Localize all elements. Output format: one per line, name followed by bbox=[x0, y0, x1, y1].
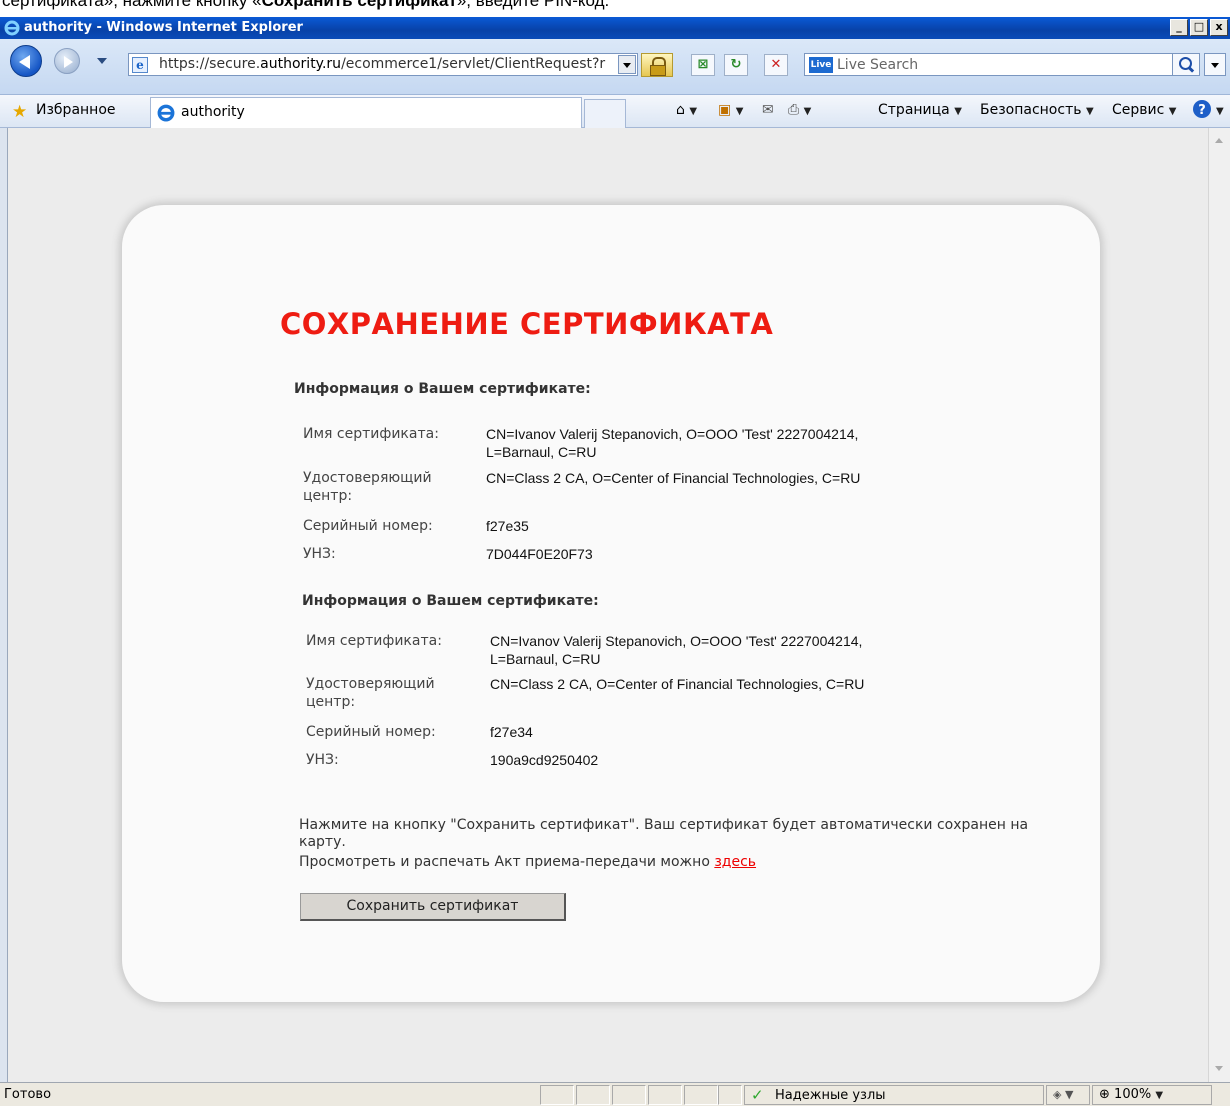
safety-menu[interactable]: Безопасность ▼ bbox=[980, 102, 1094, 118]
cert2-serial-value: f27e34 bbox=[490, 724, 533, 740]
help-icon[interactable]: ? bbox=[1192, 99, 1212, 123]
tools-menu[interactable]: Сервис ▼ bbox=[1112, 102, 1176, 118]
status-bar: Готово ✓ Надежные узлы ◈ ▼ ⊕ 100% ▼ bbox=[0, 1082, 1230, 1106]
search-input[interactable]: Live Live Search bbox=[804, 53, 1198, 76]
page-title: СОХРАНЕНИЕ СЕРТИФИКАТА bbox=[280, 307, 774, 341]
trusted-check-icon: ✓ bbox=[751, 1086, 764, 1104]
act-link[interactable]: здесь bbox=[714, 854, 756, 870]
status-cell bbox=[540, 1085, 574, 1105]
search-options-button[interactable] bbox=[1204, 53, 1226, 76]
url-domain: authority.ru bbox=[260, 56, 342, 72]
status-cell bbox=[718, 1085, 742, 1105]
page-menu[interactable]: Страница ▼ bbox=[878, 102, 962, 118]
tools-menu-label: Сервис bbox=[1112, 102, 1165, 118]
close-button[interactable]: x bbox=[1210, 19, 1228, 36]
instruction-note: Нажмите на кнопку "Сохранить сертификат"… bbox=[299, 817, 1029, 850]
cert1-unz-value: 7D044F0E20F73 bbox=[486, 546, 593, 562]
back-button[interactable] bbox=[10, 45, 42, 77]
refresh-icon[interactable]: ↻ bbox=[724, 54, 748, 76]
zone-label: Надежные узлы bbox=[775, 1088, 886, 1103]
cert2-serial-label: Серийный номер: bbox=[306, 724, 436, 740]
act-note-text: Просмотреть и распечать Акт приема-перед… bbox=[299, 854, 715, 870]
cert2-name-label: Имя сертификата: bbox=[306, 633, 442, 649]
cert1-name-label: Имя сертификата: bbox=[303, 426, 439, 442]
cert2-unz-value: 190a9cd9250402 bbox=[490, 752, 599, 768]
instruction-text-bold: Сохранить сертификат bbox=[261, 0, 457, 10]
status-text: Готово bbox=[4, 1087, 52, 1102]
protected-mode-icon[interactable]: ◈ ▼ bbox=[1046, 1085, 1090, 1105]
certificate-card: СОХРАНЕНИЕ СЕРТИФИКАТА Информация о Ваше… bbox=[122, 205, 1100, 1002]
scroll-up-button[interactable] bbox=[1210, 132, 1229, 151]
cert2-name-value: CN=Ivanov Valerij Stepanovich, O=ООО 'Te… bbox=[490, 633, 863, 667]
security-zone[interactable]: ✓ Надежные узлы bbox=[744, 1085, 1044, 1105]
new-tab-button[interactable] bbox=[584, 99, 626, 128]
tab-ie-icon bbox=[157, 104, 175, 122]
status-cell bbox=[648, 1085, 682, 1105]
page-menu-label: Страница bbox=[878, 102, 950, 118]
tab-authority[interactable]: authority bbox=[150, 97, 582, 128]
act-note: Просмотреть и распечать Акт приема-перед… bbox=[299, 854, 1039, 871]
minimize-button[interactable]: _ bbox=[1170, 19, 1188, 36]
maximize-button[interactable]: □ bbox=[1190, 19, 1208, 36]
svg-text:?: ? bbox=[1198, 103, 1206, 118]
window-titlebar: authority - Windows Internet Explorer _ … bbox=[0, 17, 1230, 39]
help-dropdown-icon[interactable]: ▼ bbox=[1216, 106, 1224, 117]
search-placeholder: Live Search bbox=[837, 57, 919, 73]
page-content: СОХРАНЕНИЕ СЕРТИФИКАТА Информация о Ваше… bbox=[8, 128, 1208, 1082]
home-icon[interactable]: ⌂ ▼ bbox=[676, 102, 697, 118]
scroll-down-button[interactable] bbox=[1210, 1059, 1229, 1078]
safety-menu-label: Безопасность bbox=[980, 102, 1082, 118]
cert1-section-title: Информация о Вашем сертификате: bbox=[294, 381, 591, 397]
tab-title: authority bbox=[181, 104, 245, 120]
vertical-scrollbar[interactable] bbox=[1208, 128, 1230, 1082]
feeds-icon[interactable]: ▣ ▼ bbox=[718, 102, 743, 118]
url-prefix: https://secure. bbox=[159, 56, 261, 72]
address-dropdown-button[interactable] bbox=[618, 55, 636, 74]
status-cell bbox=[576, 1085, 610, 1105]
favorites-button[interactable]: Избранное bbox=[36, 102, 116, 118]
stop-icon[interactable]: ✕ bbox=[764, 54, 788, 76]
compatibility-icon[interactable]: ⊠ bbox=[691, 54, 715, 76]
window-title: authority - Windows Internet Explorer bbox=[24, 20, 303, 35]
print-icon[interactable]: ⎙ ▼ bbox=[788, 102, 811, 118]
url-suffix: /ecommerce1/servlet/ClientRequest?r bbox=[341, 56, 606, 72]
zoom-icon: ⊕ bbox=[1099, 1087, 1110, 1102]
page-icon: e bbox=[132, 57, 148, 73]
instruction-text-prefix: сертификата», нажмите кнопку « bbox=[2, 0, 262, 10]
zoom-value: 100% bbox=[1114, 1087, 1152, 1102]
url-text[interactable]: https://secure.authority.ru/ecommerce1/s… bbox=[159, 56, 615, 72]
cert1-name-value: CN=Ivanov Valerij Stepanovich, O=ООО 'Te… bbox=[486, 426, 859, 460]
cert2-section-title: Информация о Вашем сертификате: bbox=[302, 593, 599, 609]
address-field[interactable]: e https://secure.authority.ru/ecommerce1… bbox=[128, 53, 638, 76]
security-lock-icon[interactable] bbox=[641, 53, 673, 77]
command-bar: ★ Избранное authority ⌂ ▼ ▣ ▼ ✉ ⎙ ▼ Стра… bbox=[0, 95, 1230, 128]
favorites-star-icon[interactable]: ★ bbox=[12, 102, 27, 122]
cert1-ca-value: CN=Class 2 CA, O=Center of Financial Tec… bbox=[486, 470, 861, 486]
history-dropdown-icon[interactable] bbox=[97, 58, 107, 64]
cert1-ca-label: Удостоверяющий центр: bbox=[303, 470, 432, 504]
mail-icon[interactable]: ✉ bbox=[762, 102, 774, 118]
frame-edge bbox=[0, 128, 8, 1082]
status-cell bbox=[684, 1085, 718, 1105]
zoom-dropdown-icon: ▼ bbox=[1155, 1090, 1164, 1101]
live-search-icon: Live bbox=[809, 57, 833, 73]
instruction-strip: сертификата», нажмите кнопку «Сохранить … bbox=[0, 0, 1230, 18]
cert2-unz-label: УНЗ: bbox=[306, 752, 339, 768]
status-cell bbox=[612, 1085, 646, 1105]
cert2-ca-value: CN=Class 2 CA, O=Center of Financial Tec… bbox=[490, 676, 865, 692]
ie-logo-icon bbox=[4, 20, 20, 36]
cert1-serial-label: Серийный номер: bbox=[303, 518, 433, 534]
cert1-serial-value: f27e35 bbox=[486, 518, 529, 534]
address-toolbar: e https://secure.authority.ru/ecommerce1… bbox=[0, 39, 1230, 95]
search-button[interactable] bbox=[1172, 53, 1200, 76]
forward-button[interactable] bbox=[54, 48, 80, 74]
cert1-unz-label: УНЗ: bbox=[303, 546, 336, 562]
zoom-control[interactable]: ⊕ 100% ▼ bbox=[1092, 1085, 1212, 1105]
cert2-ca-label: Удостоверяющий центр: bbox=[306, 676, 435, 710]
save-certificate-button[interactable]: Сохранить сертификат bbox=[300, 893, 566, 921]
instruction-text-suffix: », введите PIN-код. bbox=[456, 0, 610, 10]
